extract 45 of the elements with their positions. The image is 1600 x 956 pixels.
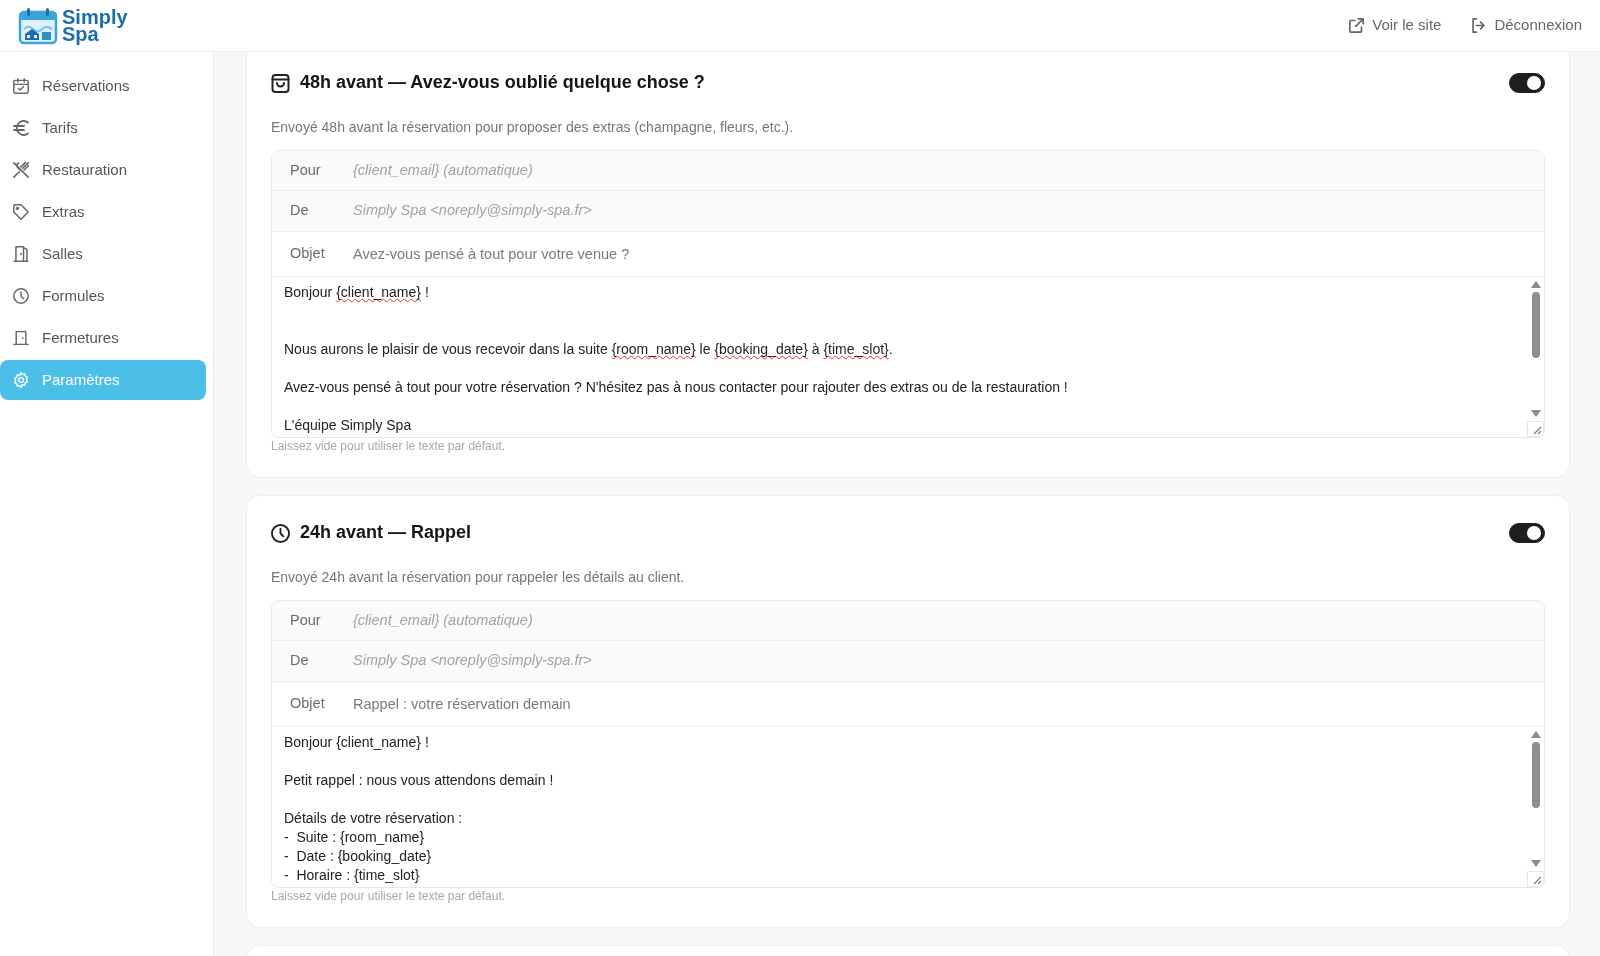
card-description: Envoyé 48h avant la réservation pour proposer des extras (champagne, fleurs, etc.). <box>271 118 795 137</box>
toggle-switch[interactable] <box>1509 73 1545 93</box>
logout-icon <box>1471 18 1487 33</box>
calendar-icon <box>13 78 29 94</box>
header-link[interactable]: Déconnexion <box>1471 14 1582 37</box>
sidebar-item[interactable]: Réservations <box>0 66 206 106</box>
field-label: Objet <box>289 244 326 264</box>
field-value: Simply Spa <noreply@simply-spa.fr> <box>353 201 592 221</box>
door-icon <box>13 246 29 262</box>
sidebar-item[interactable]: Tarifs <box>0 108 206 148</box>
gear-icon <box>13 372 29 388</box>
resize-grip-icon[interactable] <box>1527 421 1544 437</box>
field-label: Objet <box>289 694 326 714</box>
field-value: Simply Spa <noreply@simply-spa.fr> <box>353 651 592 671</box>
bag-icon <box>271 73 290 93</box>
clock-icon <box>13 288 29 304</box>
sidebar-item[interactable]: Extras <box>0 192 206 232</box>
card-description: Envoyé 24h avant la réservation pour rappeler les détails au client. <box>271 568 686 587</box>
field-label: Pour <box>289 160 322 180</box>
hint-text: Laissez vide pour utiliser le texte par défaut. <box>271 888 507 904</box>
field-value: {client_email} (automatique) <box>353 610 533 630</box>
tag-icon <box>13 204 29 220</box>
external-link-icon <box>1349 18 1365 33</box>
door-icon <box>13 330 29 346</box>
utensils-icon <box>13 162 29 178</box>
sidebar-item[interactable]: Fermetures <box>0 318 206 358</box>
subject-field[interactable]: Rappel : votre réservation demain <box>353 682 1544 726</box>
sidebar-item[interactable]: Formules <box>0 276 206 316</box>
card-title: 24h avant — Rappel <box>300 522 472 544</box>
logo-text: Simply Spa <box>62 8 128 43</box>
logo-icon <box>18 6 58 45</box>
toggle-switch[interactable] <box>1509 523 1545 543</box>
field-value: {client_email} (automatique) <box>353 160 533 180</box>
resize-grip-icon[interactable] <box>1527 871 1544 887</box>
field-label: De <box>289 201 310 221</box>
field-label: De <box>289 651 310 671</box>
subject-field[interactable]: Avez-vous pensé à tout pour votre venue ? <box>353 232 1544 276</box>
sidebar-item[interactable]: Restauration <box>0 150 206 190</box>
header-link[interactable]: Voir le site <box>1349 14 1442 37</box>
sidebar-item[interactable]: Salles <box>0 234 206 274</box>
card-title: 48h avant — Avez-vous oublié quelque chose ? <box>300 72 705 94</box>
field-label: Pour <box>289 610 322 630</box>
clock-icon <box>271 523 290 543</box>
euro-icon <box>13 120 29 136</box>
hint-text: Laissez vide pour utiliser le texte par défaut. <box>271 438 507 454</box>
